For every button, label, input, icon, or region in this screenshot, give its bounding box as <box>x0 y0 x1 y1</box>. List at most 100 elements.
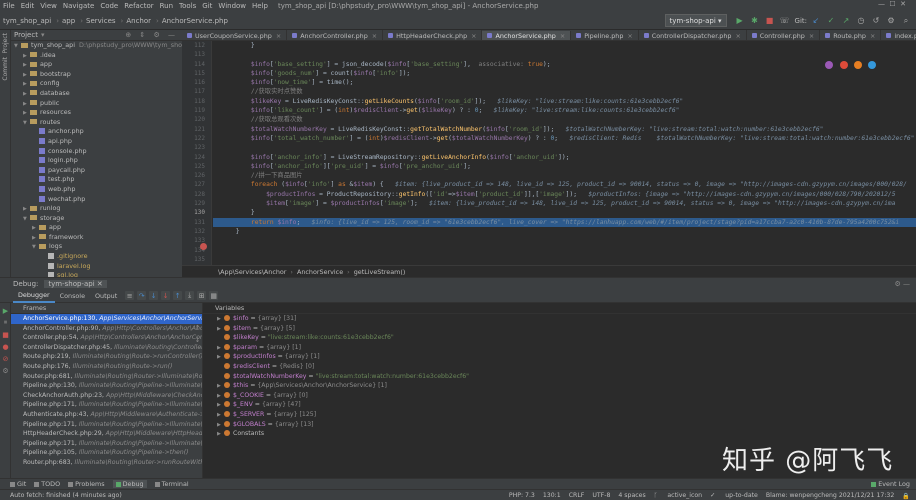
editor-tab[interactable]: UserCouponService.php × <box>182 30 288 40</box>
variable-row[interactable]: ▶ $_ENV = {array} [47] <box>203 400 916 410</box>
stack-frame[interactable]: Pipeline.php:130, Illuminate\Routing\Pipe… <box>11 381 202 391</box>
chevron-right-icon[interactable]: ▶ <box>23 80 30 89</box>
window-controls[interactable]: — ☐ ✕ <box>878 0 906 8</box>
variable-row[interactable]: $totalWatchNumberKey = "live:stream:tota… <box>203 372 916 382</box>
chevron-right-icon[interactable]: ▶ <box>32 224 39 233</box>
menu-refactor[interactable]: Refactor <box>124 2 153 10</box>
run-to-cursor-icon[interactable]: ⤓ <box>185 291 195 300</box>
chevron-down-icon[interactable]: ▾ <box>41 31 45 39</box>
variable-row[interactable]: ▶ Constants <box>203 429 916 439</box>
chevron-right-icon[interactable]: ▶ <box>23 100 30 109</box>
variable-row[interactable]: ▶ $_COOKIE = {array} [0] <box>203 391 916 401</box>
stack-frame[interactable]: Authenticate.php:43, App\Http\Middleware\… <box>11 410 202 420</box>
close-icon[interactable]: × <box>471 32 476 40</box>
project-tool-tab[interactable]: Project <box>2 33 9 54</box>
variable-row[interactable]: $likeKey = "live:stream:like:counts:61e3… <box>203 333 916 343</box>
tree-item[interactable]: console.php <box>11 147 182 157</box>
tree-item[interactable]: ▶ app <box>11 223 182 233</box>
tree-item[interactable]: ▼ logs <box>11 242 182 252</box>
menu-window[interactable]: Window <box>218 2 246 10</box>
chevron-down-icon[interactable]: ▼ <box>14 42 21 51</box>
view-breakpoints-icon[interactable]: ● <box>1 342 10 351</box>
close-icon[interactable]: × <box>276 32 281 40</box>
step-out-icon[interactable]: ↑ <box>173 291 183 300</box>
chevron-right-icon[interactable]: ▶ <box>23 52 30 61</box>
stack-frame[interactable]: Pipeline.php:171, Illuminate\Routing\Pipe… <box>11 420 202 430</box>
git-push-icon[interactable]: ↗ <box>840 15 852 27</box>
rollback-icon[interactable]: ↺ <box>870 15 882 27</box>
editor-tab[interactable]: AnchorController.php × <box>287 30 384 40</box>
debug-settings-icon[interactable]: ⚙ <box>1 366 10 375</box>
up-frame-icon[interactable]: ↑ <box>193 323 202 332</box>
debug-session-tab[interactable]: tym-shop-api ✕ <box>44 279 107 288</box>
panel-options-icon[interactable]: ⊕ ⇕ ⚙ — <box>125 31 178 39</box>
git-update-icon[interactable]: ↙ <box>810 15 822 27</box>
code-area[interactable]: } $info['base_setting'] = json_decode($i… <box>213 41 916 265</box>
editor-tab[interactable]: AnchorService.php × <box>482 31 572 40</box>
mute-breakpoints-icon[interactable]: ⊘ <box>1 354 10 363</box>
git-commit-icon[interactable]: ✓ <box>825 15 837 27</box>
bottom-tab-problems[interactable]: Problems <box>68 480 105 488</box>
tree-item[interactable]: ▼ tym_shop_api D:\phpstudy_pro\WWW\tym_sho… <box>11 41 182 51</box>
stack-frame[interactable]: Route.php:219, Illuminate\Routing\Route->… <box>11 352 202 362</box>
tree-item[interactable]: login.php <box>11 156 182 166</box>
close-icon[interactable]: × <box>870 32 875 40</box>
breadcrumb-project[interactable]: tym_shop_api <box>3 17 51 25</box>
chrome-icon[interactable] <box>839 61 848 69</box>
stack-frame[interactable]: Route.php:176, Illuminate\Routing\Route->… <box>11 362 202 372</box>
menu-code[interactable]: Code <box>100 2 118 10</box>
close-icon[interactable]: × <box>627 32 632 40</box>
tree-item[interactable]: ▶ config <box>11 79 182 89</box>
resume-icon[interactable]: ▶ <box>1 306 10 315</box>
tree-item[interactable]: ▶ app <box>11 60 182 70</box>
menu-view[interactable]: View <box>40 2 57 10</box>
close-icon[interactable]: × <box>560 32 565 40</box>
down-frame-icon[interactable]: ↓ <box>193 335 202 344</box>
step-into-icon[interactable]: ↓ <box>149 291 159 300</box>
project-panel-title[interactable]: Project <box>14 31 38 39</box>
debug-options-icon[interactable]: ⚙ — <box>894 280 910 288</box>
tree-item[interactable]: wechat.php <box>11 195 182 205</box>
chevron-down-icon[interactable]: ▼ <box>23 119 30 128</box>
stack-frame[interactable]: Pipeline.php:105, Illuminate\Routing\Pipe… <box>11 448 202 458</box>
code-editor[interactable]: 112 113 114 115 116 117 118 119 120 121 122 123 124 1… <box>182 41 916 265</box>
menu-run[interactable]: Run <box>160 2 173 10</box>
variable-row[interactable]: ▶ $productInfos = {array} [1] <box>203 352 916 362</box>
run-config-select[interactable]: tym-shop-api ▾ <box>664 14 727 27</box>
breakpoint-icon[interactable] <box>200 243 207 250</box>
run-icon[interactable]: ▶ <box>734 15 746 27</box>
stop-icon[interactable]: ■ <box>764 15 776 27</box>
stack-frame[interactable]: Pipeline.php:171, Illuminate\Routing\Pipe… <box>11 439 202 449</box>
tree-item[interactable]: laravel.log <box>11 262 182 272</box>
breadcrumb-services[interactable]: Services <box>86 17 116 25</box>
listen-debug-icon[interactable]: ☏ <box>779 15 791 27</box>
variable-row[interactable]: ▶ $param = {array} [1] <box>203 343 916 353</box>
lock-icon[interactable]: 🔒 <box>902 492 910 500</box>
tree-item[interactable]: test.php <box>11 175 182 185</box>
close-icon[interactable]: × <box>372 32 377 40</box>
status-git-state[interactable]: ✓ up-to-date <box>710 492 758 499</box>
stack-frame[interactable]: Pipeline.php:171, Illuminate\Routing\Pipe… <box>11 400 202 410</box>
commit-tool-tab[interactable]: Commit <box>2 57 9 81</box>
editor-tab[interactable]: HttpHeaderCheck.php × <box>383 30 483 40</box>
variable-row[interactable]: ▶ $_SERVER = {array} [125] <box>203 410 916 420</box>
tree-item[interactable]: anchor.php <box>11 127 182 137</box>
debug-icon[interactable]: ✱ <box>749 15 761 27</box>
search-everywhere-icon[interactable]: ⌕ <box>900 15 912 27</box>
force-step-into-icon[interactable]: ↓ <box>161 291 171 300</box>
crumb-namespace[interactable]: \App\Services\Anchor <box>218 268 286 276</box>
status-caret-position[interactable]: 130:1 <box>543 492 561 499</box>
bottom-tab-todo[interactable]: TODO <box>34 480 60 488</box>
chevron-right-icon[interactable]: ▶ <box>23 71 30 80</box>
editor-tab[interactable]: Pipeline.php × <box>571 30 639 40</box>
chevron-right-icon[interactable]: ▶ <box>23 90 30 99</box>
firefox-icon[interactable] <box>853 61 862 69</box>
stack-frame[interactable]: Controller.php:54, App\Http\Controllers\A… <box>11 333 202 343</box>
editor-tab[interactable]: index.php× <box>881 30 916 40</box>
tree-item[interactable]: ▶ runlog <box>11 204 182 214</box>
stack-frame[interactable]: Router.php:681, Illuminate\Routing\Router… <box>11 372 202 382</box>
breadcrumb-file[interactable]: AnchorService.php <box>162 17 228 25</box>
editor-tab[interactable]: Controller.php × <box>747 30 821 40</box>
layout-icon[interactable]: ▦ <box>209 291 219 300</box>
status-indent[interactable]: 4 spaces <box>618 492 645 499</box>
